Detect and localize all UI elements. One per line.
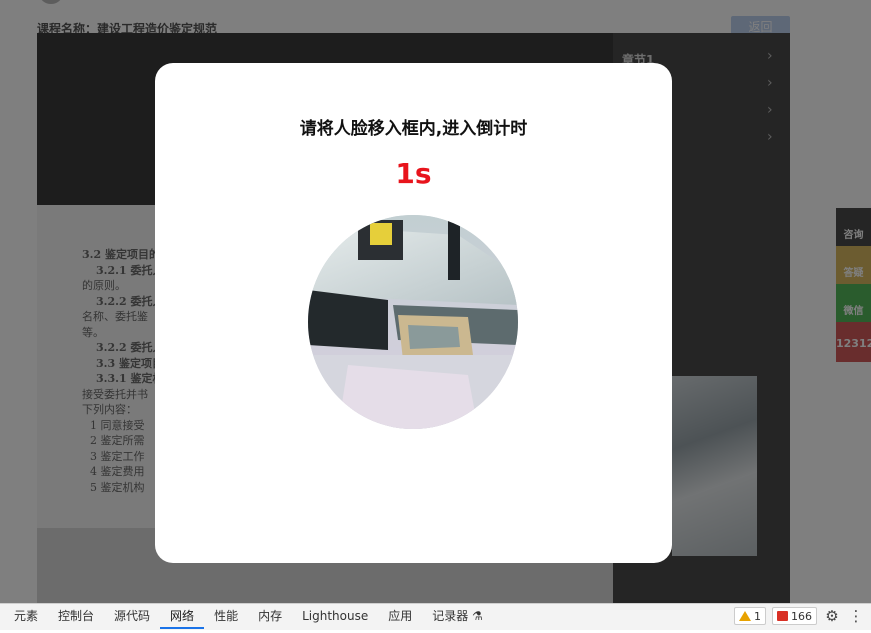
- face-verify-dialog: 请将人脸移入框内,进入倒计时 1s: [155, 63, 672, 563]
- tab-network[interactable]: 网络: [160, 604, 205, 629]
- tab-console[interactable]: 控制台: [48, 604, 104, 629]
- errors-badge[interactable]: 166: [772, 607, 817, 625]
- tab-performance[interactable]: 性能: [204, 604, 248, 629]
- tab-sources[interactable]: 源代码: [104, 604, 160, 629]
- tab-elements[interactable]: 元素: [4, 604, 48, 629]
- devtools-tabs: 元素 控制台 源代码 网络 性能 内存 Lighthouse 应用 记录器 ⚗: [4, 604, 493, 629]
- tab-application[interactable]: 应用: [378, 604, 422, 629]
- countdown-timer: 1s: [395, 157, 432, 190]
- camera-preview: [308, 215, 518, 429]
- kebab-menu-icon[interactable]: ⋮: [847, 607, 865, 625]
- camera-feed-image: [308, 215, 518, 429]
- warnings-badge[interactable]: 1: [734, 607, 766, 625]
- gear-icon[interactable]: ⚙: [823, 607, 841, 625]
- errors-count: 166: [791, 609, 812, 623]
- tab-memory[interactable]: 内存: [248, 604, 292, 629]
- warning-icon: [739, 611, 751, 621]
- error-icon: [777, 611, 788, 621]
- devtools-panel: 元素 控制台 源代码 网络 性能 内存 Lighthouse 应用 记录器 ⚗ …: [0, 603, 871, 633]
- warnings-count: 1: [754, 609, 761, 623]
- tab-lighthouse[interactable]: Lighthouse: [292, 604, 378, 629]
- tab-recorder[interactable]: 记录器 ⚗: [422, 604, 493, 629]
- devtools-status: 1 166 ⚙ ⋮: [734, 607, 865, 625]
- dialog-title: 请将人脸移入框内,进入倒计时: [299, 119, 528, 139]
